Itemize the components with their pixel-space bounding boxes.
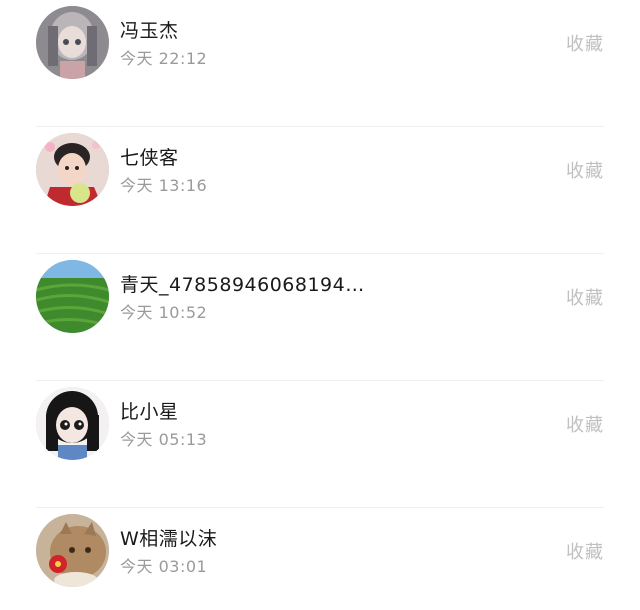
- list-item[interactable]: 七侠客 今天 13:16 收藏: [0, 127, 640, 254]
- message-time: 今天 03:01: [120, 557, 208, 576]
- avatar-anime-girl-icon[interactable]: [36, 6, 109, 79]
- favorite-button[interactable]: 收藏: [566, 30, 604, 56]
- message-time: 今天 22:12: [120, 49, 208, 68]
- contact-name: 比小星: [120, 401, 179, 423]
- contact-name: 青天_47858946068194…: [120, 274, 365, 296]
- message-time: 今天 10:52: [120, 303, 208, 322]
- avatar-cat-flower-icon[interactable]: [36, 514, 109, 587]
- avatar-cartoon-girl-icon[interactable]: [36, 387, 109, 460]
- avatar-boy-portrait-icon[interactable]: [36, 133, 109, 206]
- message-time: 今天 13:16: [120, 176, 208, 195]
- list-item[interactable]: W相濡以沫 今天 03:01 收藏: [0, 508, 640, 610]
- list-item[interactable]: 青天_47858946068194… 今天 10:52 收藏: [0, 254, 640, 381]
- favorite-button[interactable]: 收藏: [566, 538, 604, 564]
- message-time: 今天 05:13: [120, 430, 208, 449]
- favorite-button[interactable]: 收藏: [566, 411, 604, 437]
- list-item[interactable]: 比小星 今天 05:13 收藏: [0, 381, 640, 508]
- message-list: 冯玉杰 今天 22:12 收藏 七侠客 今天 13:16 收藏 青天_47858…: [0, 0, 640, 610]
- contact-name: 冯玉杰: [120, 20, 179, 42]
- avatar-green-field-icon[interactable]: [36, 260, 109, 333]
- favorite-button[interactable]: 收藏: [566, 157, 604, 183]
- favorite-button[interactable]: 收藏: [566, 284, 604, 310]
- contact-name: 七侠客: [120, 147, 179, 169]
- contact-name: W相濡以沫: [120, 528, 218, 550]
- list-item[interactable]: 冯玉杰 今天 22:12 收藏: [0, 0, 640, 127]
